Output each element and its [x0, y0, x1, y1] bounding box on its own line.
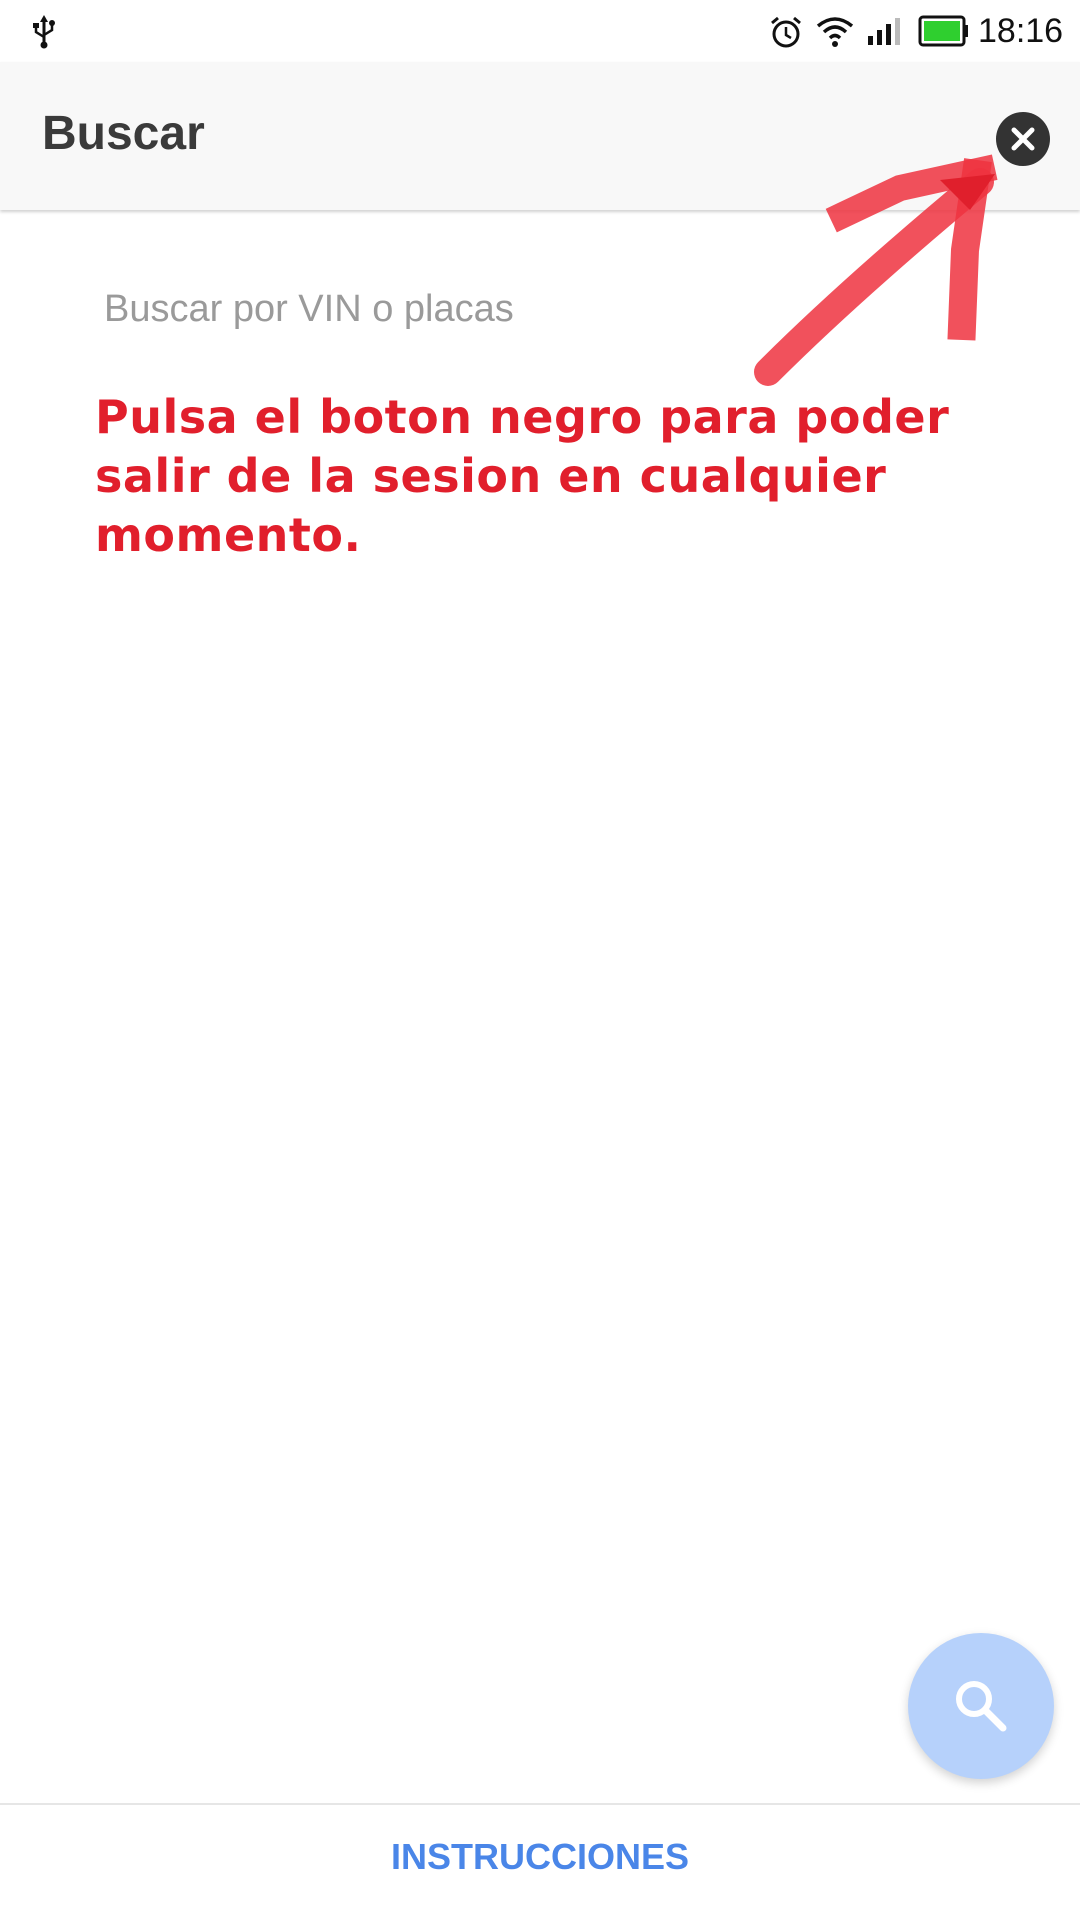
wifi-icon	[816, 17, 854, 47]
page-title: Buscar	[42, 107, 205, 160]
signal-icon	[868, 18, 900, 45]
search-icon	[956, 1681, 1007, 1732]
usb-icon	[33, 15, 55, 49]
status-time: 18:16	[978, 12, 1064, 50]
alarm-icon	[771, 16, 801, 48]
bottom-bar: INSTRUCCIONES	[0, 1805, 1080, 1920]
battery-icon	[918, 15, 968, 47]
search-fab-button[interactable]	[908, 1633, 1054, 1779]
annotation-arrow-icon	[754, 154, 998, 386]
app-screen: 18:16 Buscar Pulsa el boton negro para p…	[0, 0, 1080, 1920]
instructions-button[interactable]: INSTRUCCIONES	[0, 1827, 1080, 1887]
status-bar: 18:16	[0, 0, 1080, 62]
annotation-text: Pulsa el boton negro para poder salir de…	[95, 390, 950, 562]
